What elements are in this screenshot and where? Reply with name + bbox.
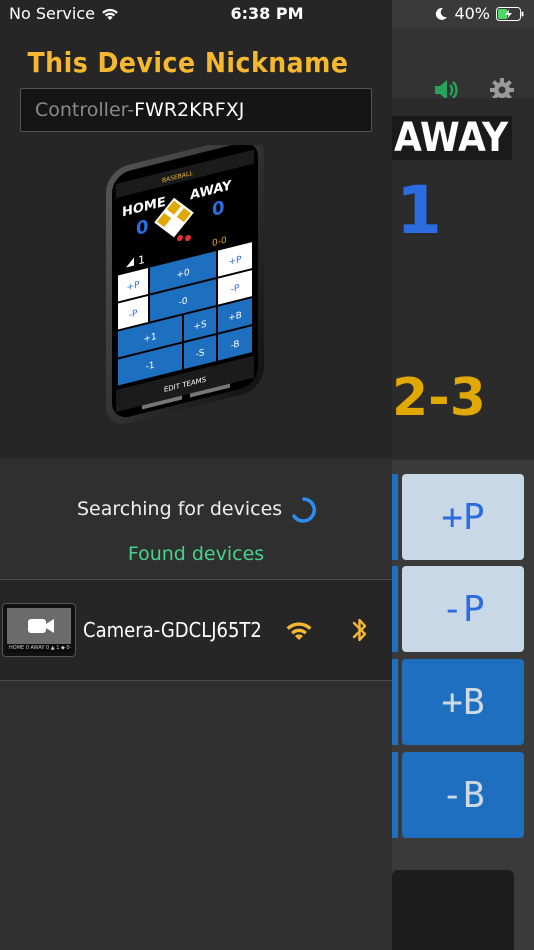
- away-team-label: AWAY: [392, 116, 512, 160]
- thumbnail-scorebar: HOME 0 AWAY 0 ▲ 1 ◆ 0-0: [7, 644, 71, 652]
- found-devices-label: Found devices: [127, 543, 265, 565]
- background-scoreboard-app: AWAY 1 2-3 +P -P +B -B: [392, 0, 534, 950]
- wifi-connection-icon[interactable]: [284, 618, 314, 642]
- add-pitch-button[interactable]: +P: [402, 474, 524, 560]
- nickname-prefix: Controller-: [35, 99, 135, 121]
- device-list-item[interactable]: HOME 0 AWAY 0 ▲ 1 ◆ 0-0 Camera-GDCLJ65T2: [0, 580, 392, 680]
- background-header: [392, 28, 534, 102]
- video-camera-icon: [28, 619, 54, 633]
- button-edge: [392, 474, 398, 560]
- battery-charging-icon: [496, 6, 524, 21]
- phone-illustration: BASEBALL HOME AWAY 0 0 1 0-0 +P +0 +P -P…: [106, 145, 264, 424]
- nickname-value: FWR2KRFXJ: [134, 99, 245, 121]
- device-thumbnail: HOME 0 AWAY 0 ▲ 1 ◆ 0-0: [2, 603, 76, 657]
- button-edge: [392, 752, 398, 838]
- illus-inning: 1: [138, 253, 145, 268]
- nickname-title: This Device Nickname: [27, 46, 349, 79]
- moon-icon: [436, 7, 448, 20]
- device-name: Camera-GDCLJ65T2: [83, 618, 262, 642]
- status-right: 40%: [434, 4, 524, 23]
- add-ball-button[interactable]: +B: [402, 659, 524, 745]
- battery-percent: 40%: [454, 4, 490, 23]
- nickname-input[interactable]: Controller- FWR2KRFXJ: [20, 88, 372, 132]
- button-edge: [392, 566, 398, 652]
- away-score: 1: [396, 172, 442, 249]
- status-bar: No Service 6:38 PM 40%: [0, 0, 534, 28]
- subtract-ball-button[interactable]: -B: [402, 752, 524, 838]
- subtract-pitch-button[interactable]: -P: [402, 566, 524, 652]
- loading-spinner-icon: [292, 497, 316, 523]
- device-panel: This Device Nickname Controller- FWR2KRFX…: [0, 0, 392, 950]
- divider: [0, 680, 392, 681]
- search-row: Searching for devices: [0, 496, 392, 526]
- button-edge: [392, 659, 398, 745]
- searching-label: Searching for devices: [77, 498, 283, 520]
- bluetooth-icon[interactable]: [351, 615, 369, 645]
- background-bottom-panel: [392, 870, 514, 950]
- count-display: 2-3: [392, 368, 486, 428]
- illus-home-score: 0: [136, 216, 149, 240]
- illus-away-score: 0: [212, 197, 225, 221]
